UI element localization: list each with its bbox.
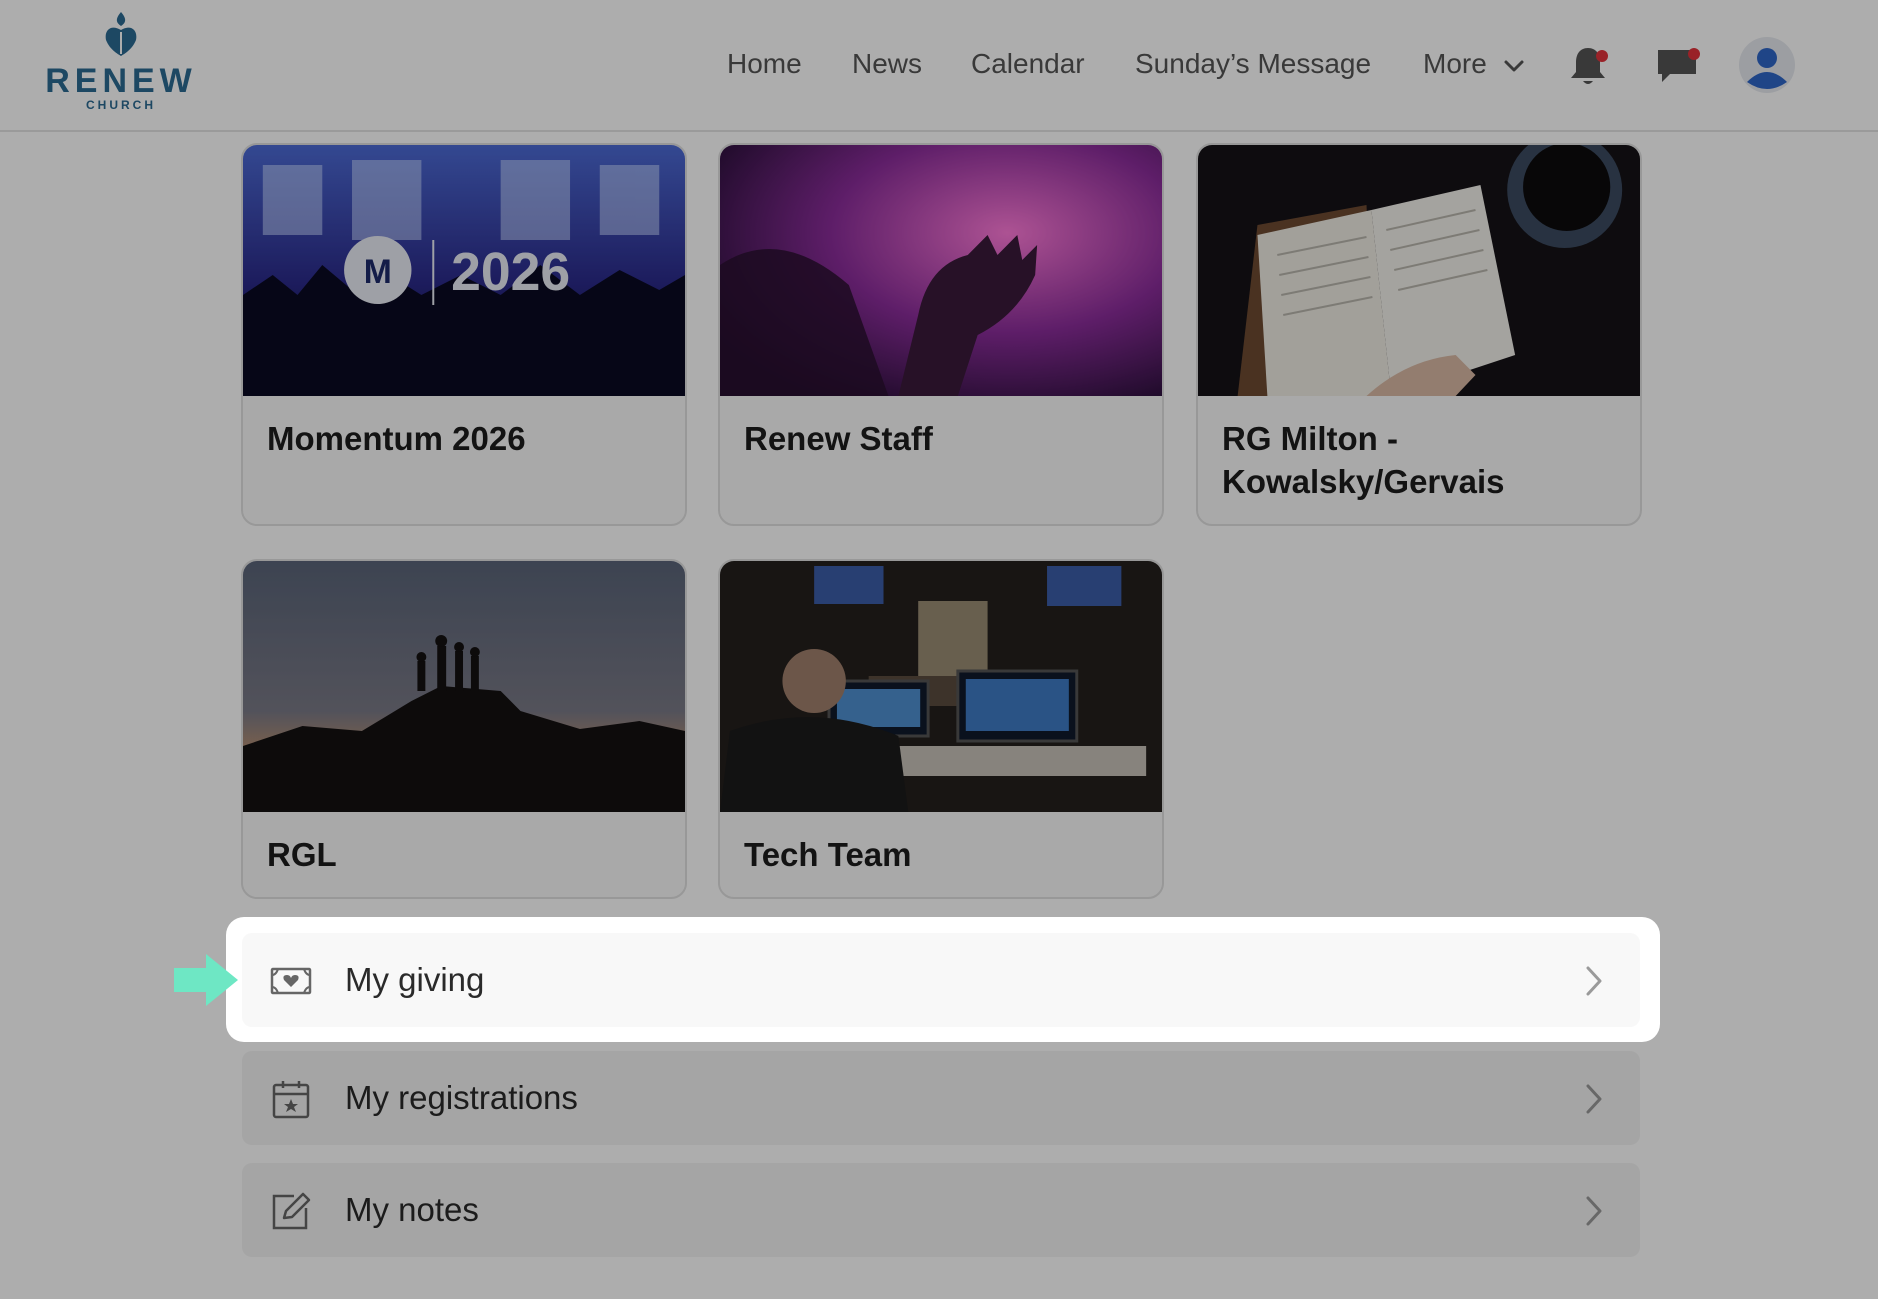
renew-church-logo[interactable]: RENEW CHURCH [38,10,204,112]
nav-more-dropdown[interactable]: More [1423,48,1525,80]
menu-row-label: My giving [345,961,485,998]
bell-icon[interactable] [1566,44,1610,88]
brand-name: RENEW [45,62,197,100]
tutorial-arrow-icon [174,954,238,1006]
group-card-title: Momentum 2026 [267,420,526,457]
group-card-title: RG Milton - Kowalsky/Gervais [1222,420,1505,500]
top-header: RENEW CHURCH Home News Calendar Sunday’s… [0,0,1878,132]
group-card-title: RGL [267,836,337,873]
bible-and-coffee-photo [1198,145,1640,396]
nav-sundays-message[interactable]: Sunday’s Message [1135,48,1371,80]
raised-hand-photo [720,145,1162,396]
menu-row-my-registrations[interactable]: My registrations [242,1051,1640,1145]
group-card-rgl[interactable]: RGL [241,559,687,899]
group-card-momentum-2026[interactable]: M 2026 Momentum 2026 [241,143,687,526]
menu-row-label: My registrations [345,1079,578,1116]
chevron-right-icon [1586,966,1602,996]
nav-more-label: More [1423,48,1487,79]
giving-heart-icon [270,967,312,995]
group-card-tech-team[interactable]: Tech Team [718,559,1164,899]
momentum-2026-graphic: M 2026 [243,145,685,396]
notification-badge [1596,50,1608,62]
nav-home[interactable]: Home [727,48,802,80]
nav-news[interactable]: News [852,48,922,80]
momentum-graphic-text: 2026 [451,242,570,302]
menu-row-label: My notes [345,1191,479,1228]
group-card-title: Tech Team [744,836,912,873]
brand-subtitle: CHURCH [86,98,156,112]
chat-icon[interactable] [1654,44,1700,88]
nav-calendar[interactable]: Calendar [971,48,1085,80]
tech-booth-photo [720,561,1162,812]
menu-row-my-notes[interactable]: My notes [242,1163,1640,1257]
chevron-right-icon [1586,1196,1602,1226]
leaf-logo-icon [105,12,137,56]
group-card-renew-staff[interactable]: Renew Staff [718,143,1164,526]
chevron-right-icon [1586,1084,1602,1114]
menu-row-my-giving[interactable]: My giving [242,933,1640,1027]
tutorial-spotlight: My giving [226,917,1660,1042]
mountain-silhouette-photo [243,561,685,812]
group-card-rg-milton[interactable]: RG Milton - Kowalsky/Gervais [1196,143,1642,526]
chevron-down-icon [1504,60,1524,72]
user-avatar-icon[interactable] [1738,36,1796,94]
edit-note-icon [272,1192,311,1230]
svg-text:M: M [364,253,392,291]
calendar-star-icon [272,1081,310,1119]
message-badge [1688,48,1700,60]
group-card-title: Renew Staff [744,420,933,457]
